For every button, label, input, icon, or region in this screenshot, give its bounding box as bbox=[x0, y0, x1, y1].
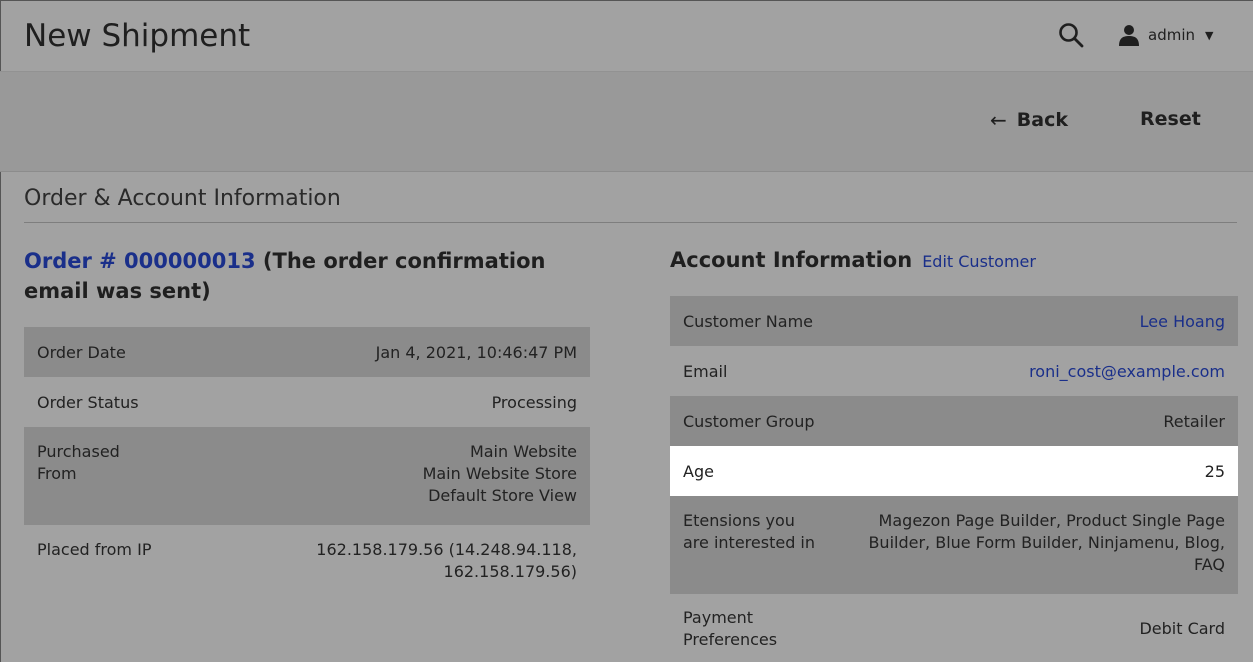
row-value: Retailer bbox=[1163, 411, 1225, 431]
chevron-down-icon: ▼ bbox=[1205, 28, 1214, 42]
row-label: Purchased From bbox=[37, 442, 120, 483]
arrow-left-icon: ← bbox=[990, 108, 1007, 132]
row-value: 25 bbox=[1204, 461, 1225, 481]
account-info-table: Customer Name Lee Hoang Email roni_cost@… bbox=[670, 296, 1238, 662]
account-info-title: Account Information bbox=[670, 248, 913, 272]
row-label: Age bbox=[683, 461, 714, 481]
page-title: New Shipment bbox=[24, 18, 251, 54]
page-actions-bar: ← Back Reset bbox=[0, 72, 1253, 172]
row-value: Main Website Main Website Store Default … bbox=[422, 442, 577, 505]
user-name: admin bbox=[1148, 26, 1195, 44]
table-row: Payment Preferences Debit Card bbox=[670, 594, 1238, 662]
edit-customer-link[interactable]: Edit Customer bbox=[922, 252, 1036, 271]
search-icon[interactable] bbox=[1058, 22, 1084, 48]
row-value: Debit Card bbox=[1139, 619, 1225, 638]
back-button-label: Back bbox=[1016, 109, 1068, 131]
section-divider bbox=[24, 222, 1237, 223]
customer-name-link[interactable]: Lee Hoang bbox=[1140, 312, 1225, 331]
order-number-link[interactable]: Order # 000000013 bbox=[24, 249, 256, 273]
table-row: Customer Name Lee Hoang bbox=[670, 296, 1238, 346]
user-icon bbox=[1118, 24, 1140, 46]
row-label: Order Date bbox=[37, 342, 126, 362]
order-heading: Order # 000000013 (The order confirmatio… bbox=[24, 246, 604, 306]
table-row: Customer Group Retailer bbox=[670, 396, 1238, 446]
row-value: Processing bbox=[491, 392, 577, 412]
table-row: Order Status Processing bbox=[24, 377, 590, 427]
table-row: Etensions you are interested in Magezon … bbox=[670, 496, 1238, 594]
order-info-table: Order Date Jan 4, 2021, 10:46:47 PM Orde… bbox=[24, 327, 590, 597]
row-value: Jan 4, 2021, 10:46:47 PM bbox=[375, 342, 577, 362]
row-label: Customer Name bbox=[683, 311, 814, 331]
user-menu[interactable]: admin ▼ bbox=[1118, 22, 1213, 48]
email-link[interactable]: roni_cost@example.com bbox=[1029, 362, 1225, 381]
table-row: Email roni_cost@example.com bbox=[670, 346, 1238, 396]
page-header: New Shipment admin ▼ bbox=[0, 0, 1253, 72]
row-label: Placed from IP bbox=[37, 540, 152, 559]
table-row: Placed from IP 162.158.179.56 (14.248.94… bbox=[24, 525, 590, 597]
table-row: Purchased From Main Website Main Website… bbox=[24, 427, 590, 525]
section-title: Order & Account Information bbox=[24, 186, 341, 211]
table-row-highlighted: Age 25 bbox=[670, 446, 1238, 496]
row-label: Order Status bbox=[37, 392, 139, 412]
back-button[interactable]: ← Back bbox=[990, 108, 1068, 132]
table-row: Order Date Jan 4, 2021, 10:46:47 PM bbox=[24, 327, 590, 377]
row-value: Magezon Page Builder, Product Single Pag… bbox=[868, 511, 1225, 574]
row-label: Customer Group bbox=[683, 411, 815, 431]
row-value: 162.158.179.56 (14.248.94.118, 162.158.1… bbox=[316, 540, 577, 581]
account-info-heading: Account Information Edit Customer bbox=[670, 248, 1036, 272]
row-label: Email bbox=[683, 361, 728, 381]
row-label: Etensions you are interested in bbox=[683, 511, 816, 552]
row-label: Payment Preferences bbox=[683, 608, 778, 649]
reset-button[interactable]: Reset bbox=[1140, 108, 1201, 130]
